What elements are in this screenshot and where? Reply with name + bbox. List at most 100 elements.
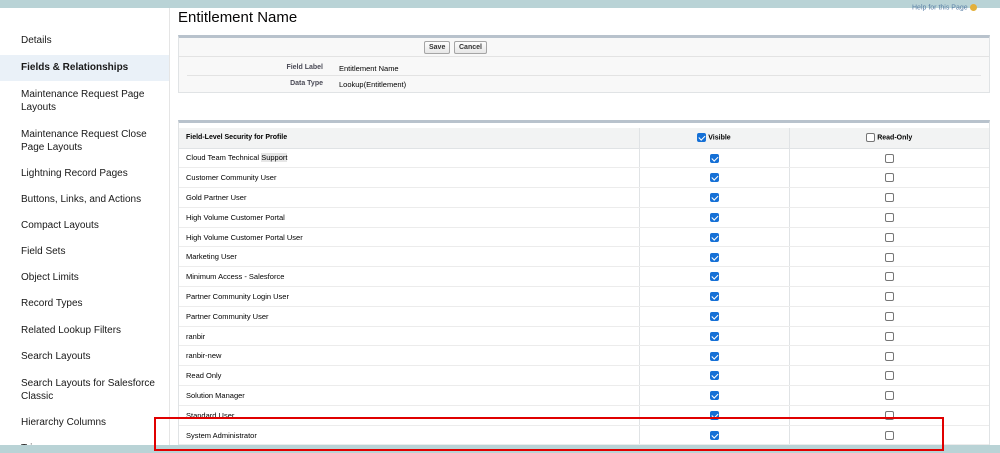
profile-name[interactable]: Partner Community Login User — [186, 292, 289, 301]
profile-name-cell: High Volume Customer Portal — [179, 207, 639, 228]
visible-all-checkbox[interactable] — [697, 133, 707, 143]
sidebar-item[interactable]: Compact Layouts — [0, 213, 169, 239]
readonly-cell — [788, 207, 989, 228]
table-row: Read Only — [179, 365, 989, 387]
readonly-checkbox[interactable] — [884, 391, 894, 401]
sidebar-item-label: Related Lookup Filters — [21, 325, 122, 337]
profile-name-cell: Minimum Access - Salesforce — [179, 266, 639, 288]
cancel-button[interactable]: Cancel — [454, 41, 487, 54]
sidebar-item[interactable]: Buttons, Links, and Actions — [0, 187, 169, 213]
table-row: Minimum Access - Salesforce — [179, 266, 989, 288]
sidebar-item[interactable]: Object Limits — [0, 265, 169, 291]
visible-checkbox[interactable] — [709, 312, 719, 322]
save-button[interactable]: Save — [424, 41, 451, 54]
sidebar-item-label: Lightning Record Pages — [21, 168, 128, 180]
visible-cell — [638, 187, 789, 208]
sidebar-item[interactable]: Details — [0, 28, 169, 54]
visible-cell — [638, 266, 789, 288]
visible-checkbox[interactable] — [709, 232, 719, 242]
help-link[interactable]: Help for this Page — [912, 4, 977, 11]
visible-checkbox[interactable] — [709, 213, 719, 223]
readonly-checkbox[interactable] — [884, 312, 894, 322]
profile-name[interactable]: Partner Community User — [186, 312, 269, 321]
readonly-checkbox[interactable] — [884, 272, 894, 282]
visible-cell — [638, 148, 789, 169]
readonly-checkbox[interactable] — [884, 331, 894, 341]
profile-name-cell: Partner Community User — [179, 306, 639, 327]
sidebar-item[interactable]: Maintenance Request Page Layouts — [0, 81, 169, 121]
visible-cell — [638, 365, 789, 387]
profile-name[interactable]: Marketing User — [186, 252, 237, 261]
sidebar-item[interactable]: Fields & Relationships — [0, 55, 169, 81]
readonly-cell — [788, 227, 989, 248]
profile-name-cell: ranbir-new — [179, 345, 639, 367]
highlight-annotation-box — [154, 417, 944, 451]
visible-checkbox[interactable] — [709, 193, 719, 203]
profile-name-cell: Customer Community User — [179, 167, 639, 189]
visible-checkbox[interactable] — [709, 173, 719, 183]
readonly-cell — [788, 326, 989, 347]
visible-checkbox[interactable] — [709, 391, 719, 401]
readonly-cell — [788, 385, 989, 406]
sidebar-item[interactable]: Search Layouts for Salesforce Classic — [0, 370, 169, 410]
sidebar-item-label: Record Types — [21, 298, 83, 310]
visible-checkbox[interactable] — [709, 371, 719, 381]
table-row: Cloud Team Technical Support — [179, 148, 989, 169]
sidebar-item[interactable]: Triggers — [0, 436, 169, 445]
sidebar-item[interactable]: Record Types — [0, 291, 169, 317]
readonly-checkbox[interactable] — [884, 173, 894, 183]
sidebar-item-label: Field Sets — [21, 246, 66, 258]
fls-header-row: Field-Level Security for Profile Visible… — [179, 128, 989, 149]
divider — [179, 56, 989, 57]
readonly-checkbox[interactable] — [884, 292, 894, 302]
help-icon — [969, 4, 977, 11]
data-type-label: Data Type — [290, 80, 323, 87]
readonly-checkbox[interactable] — [884, 252, 894, 262]
profile-name[interactable]: High Volume Customer Portal User — [186, 233, 303, 242]
visible-checkbox[interactable] — [709, 272, 719, 282]
sidebar-item-label: Maintenance Request Page Layouts — [21, 88, 145, 114]
sidebar-item[interactable]: Related Lookup Filters — [0, 318, 169, 344]
sidebar: Details Fields & Relationships Maintenance… — [0, 8, 169, 445]
sidebar-item[interactable]: Lightning Record Pages — [0, 161, 169, 187]
profile-name-cell: Marketing User — [179, 246, 639, 268]
visible-checkbox[interactable] — [709, 153, 719, 163]
profile-name[interactable]: Solution Manager — [186, 391, 245, 400]
readonly-checkbox[interactable] — [884, 351, 894, 361]
sidebar-item-label: Buttons, Links, and Actions — [21, 194, 142, 206]
profile-name[interactable]: Cloud Team Technical — [186, 153, 261, 162]
readonly-cell — [788, 246, 989, 268]
sidebar-item[interactable]: Maintenance Request Close Page Layouts — [0, 121, 169, 161]
visible-checkbox[interactable] — [709, 292, 719, 302]
profile-name[interactable]: Customer Community User — [186, 173, 276, 182]
profile-name-cell: Gold Partner User — [179, 187, 639, 208]
profile-name[interactable]: Gold Partner User — [186, 193, 246, 202]
profile-name[interactable]: ranbir — [186, 332, 205, 341]
profile-name-cell: ranbir — [179, 326, 639, 347]
table-row: ranbir — [179, 326, 989, 347]
profile-name[interactable]: ranbir-new — [186, 351, 221, 360]
sidebar-item[interactable]: Search Layouts — [0, 344, 169, 370]
readonly-checkbox[interactable] — [884, 153, 894, 163]
profile-name[interactable]: High Volume Customer Portal — [186, 213, 285, 222]
readonly-checkbox[interactable] — [884, 213, 894, 223]
field-label-label: Field Label — [286, 64, 323, 71]
readonly-all-checkbox[interactable] — [866, 133, 876, 143]
sidebar-item[interactable]: Field Sets — [0, 239, 169, 265]
table-row: Solution Manager — [179, 385, 989, 406]
field-label-value: Entitlement Name — [339, 64, 399, 73]
profile-name[interactable]: Minimum Access - Salesforce — [186, 272, 284, 281]
table-row: ranbir-new — [179, 345, 989, 367]
visible-cell — [638, 167, 789, 189]
readonly-checkbox[interactable] — [884, 371, 894, 381]
visible-cell — [638, 326, 789, 347]
visible-cell — [638, 227, 789, 248]
readonly-checkbox[interactable] — [884, 193, 894, 203]
visible-checkbox[interactable] — [709, 351, 719, 361]
sidebar-item[interactable]: Hierarchy Columns — [0, 410, 169, 436]
table-row: Gold Partner User — [179, 187, 989, 208]
readonly-checkbox[interactable] — [884, 232, 894, 242]
profile-name[interactable]: Read Only — [186, 371, 221, 380]
visible-checkbox[interactable] — [709, 252, 719, 262]
visible-checkbox[interactable] — [709, 331, 719, 341]
